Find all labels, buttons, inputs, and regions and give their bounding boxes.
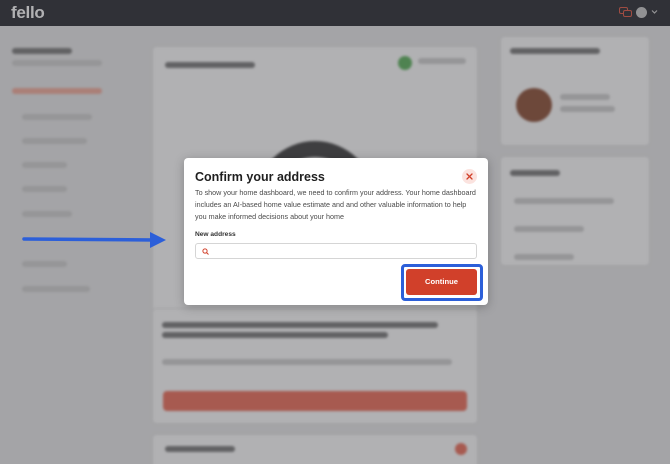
close-icon: [466, 173, 473, 180]
modal-description: To show your home dashboard, we need to …: [195, 188, 476, 221]
address-field-label: New address: [195, 231, 236, 238]
modal-title: Confirm your address: [195, 170, 325, 184]
continue-button[interactable]: Continue: [406, 269, 477, 295]
address-field[interactable]: [195, 243, 477, 259]
arrow-annotation: [22, 232, 166, 248]
address-input[interactable]: [212, 245, 472, 257]
search-icon: [202, 248, 209, 255]
close-button[interactable]: [462, 169, 477, 184]
